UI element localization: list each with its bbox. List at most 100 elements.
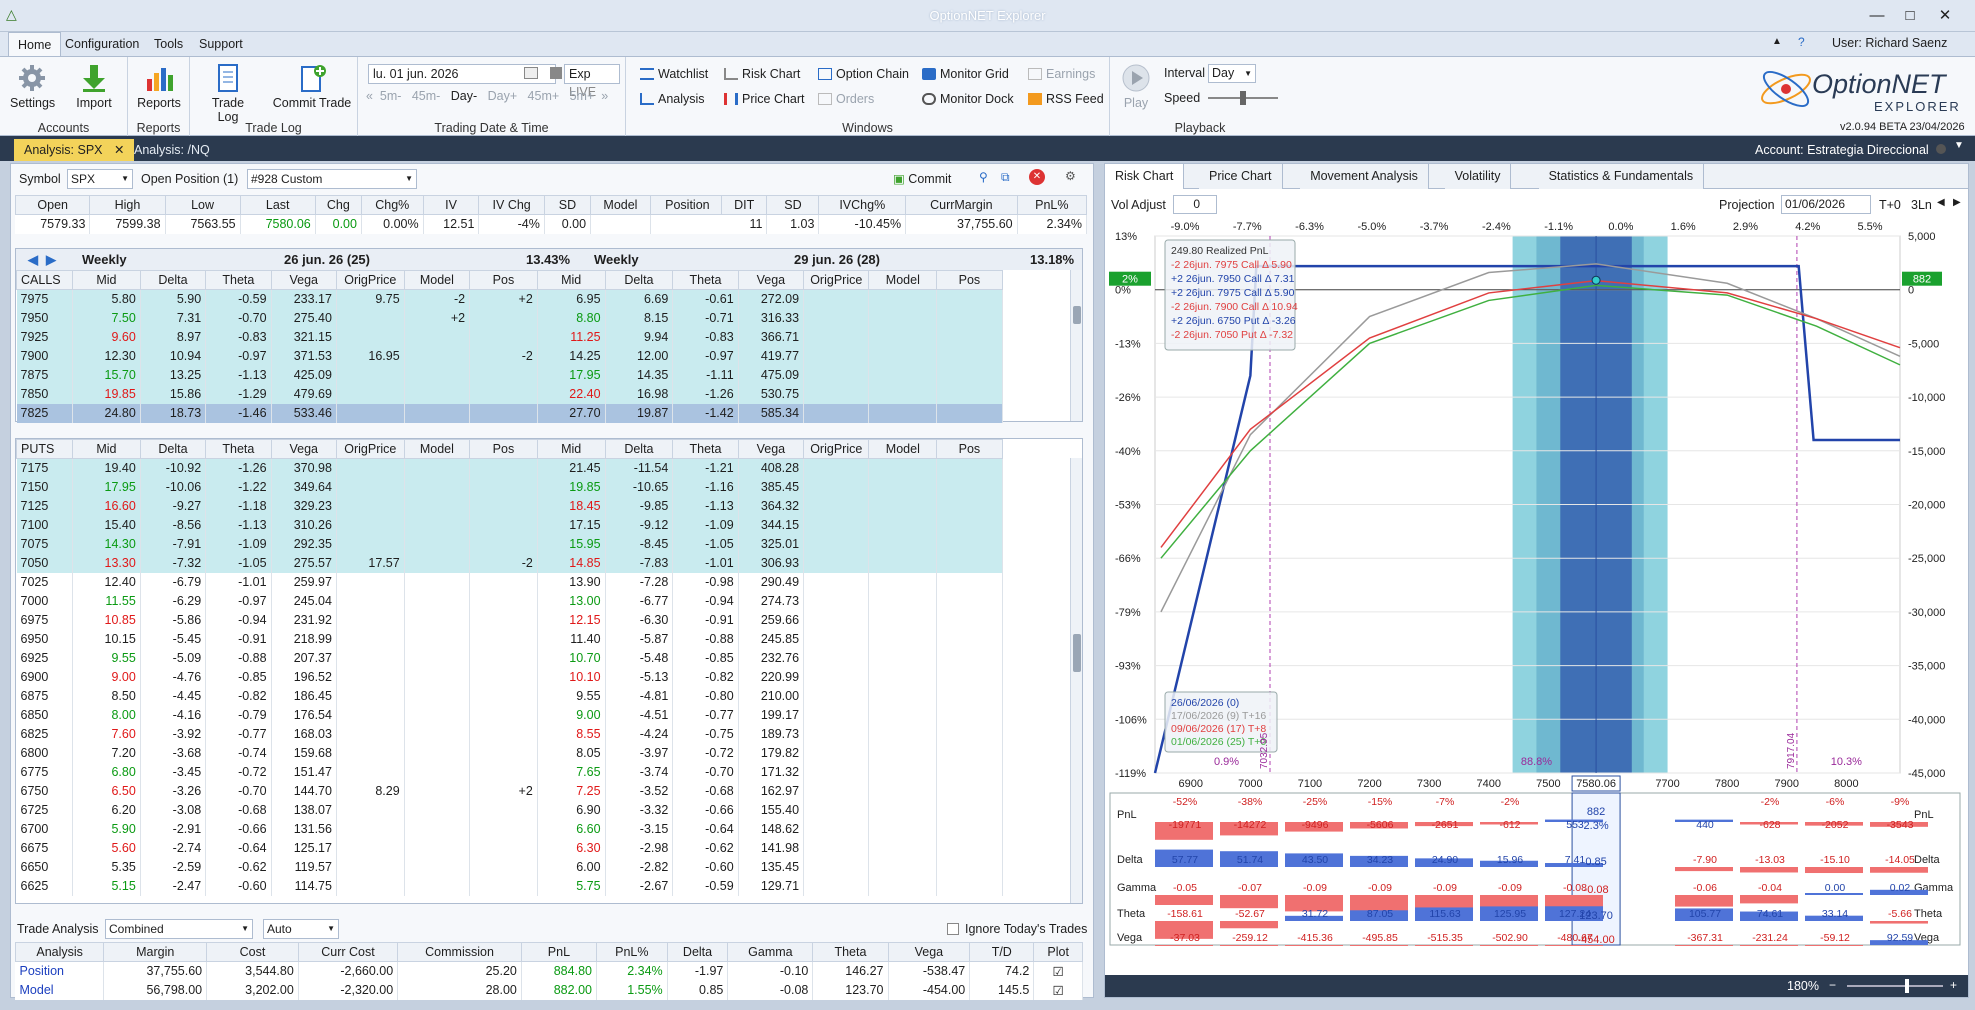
chain-cell[interactable]: 19.87: [605, 403, 674, 423]
chain-cell[interactable]: 6.50: [72, 781, 141, 801]
cell[interactable]: Position: [15, 961, 105, 981]
chain-cell[interactable]: 8.97: [140, 327, 207, 347]
chain-cell[interactable]: [336, 667, 405, 687]
chain-cell[interactable]: -0.75: [672, 724, 739, 744]
chain-cell[interactable]: 155.40: [738, 800, 805, 820]
chain-cell[interactable]: [404, 403, 471, 423]
chain-cell[interactable]: [803, 515, 870, 535]
chain-cell[interactable]: [404, 705, 471, 725]
chain-cell[interactable]: -1.05: [205, 553, 272, 573]
chain-cell[interactable]: -3.08: [140, 800, 207, 820]
chain-cell[interactable]: [936, 819, 1003, 839]
monitor-grid-button[interactable]: Monitor Grid: [922, 64, 1009, 84]
chain-cell[interactable]: [803, 610, 870, 630]
chain-cell[interactable]: 119.57: [271, 857, 337, 877]
chain-cell[interactable]: [404, 610, 471, 630]
reports-button[interactable]: Reports: [136, 63, 182, 110]
chain-cell[interactable]: -10.06: [140, 477, 207, 497]
chain-cell[interactable]: -4.24: [605, 724, 674, 744]
calls-scrollbar[interactable]: [1070, 270, 1082, 421]
chain-cell[interactable]: 176.54: [271, 705, 337, 725]
chain-cell[interactable]: [868, 346, 938, 366]
tab-risk-chart[interactable]: Risk Chart: [1105, 164, 1185, 189]
chain-cell[interactable]: 274.73: [738, 591, 805, 611]
chain-cell[interactable]: 9.00: [537, 705, 606, 725]
chain-cell[interactable]: 6.69: [605, 289, 674, 309]
option-row[interactable]: 7000 11.55 -6.29 -0.97 245.04 13.00 -6.77 -0.94…: [16, 591, 1071, 611]
chain-cell[interactable]: -0.82: [672, 667, 739, 687]
interval-select[interactable]: Day ▼: [1208, 64, 1256, 83]
chain-cell[interactable]: [936, 724, 1003, 744]
chain-cell[interactable]: 168.03: [271, 724, 337, 744]
chain-cell[interactable]: [404, 572, 471, 592]
chain-cell[interactable]: 9.55: [72, 648, 141, 668]
chain-cell[interactable]: 7.65: [537, 762, 606, 782]
play-button[interactable]: Play: [1116, 63, 1156, 110]
chain-cell[interactable]: 114.75: [271, 876, 337, 896]
chain-cell[interactable]: [469, 686, 538, 706]
chain-cell[interactable]: 370.98: [271, 458, 337, 478]
chain-cell[interactable]: 162.97: [738, 781, 805, 801]
chain-cell[interactable]: [404, 515, 471, 535]
chain-cell[interactable]: [469, 610, 538, 630]
chain-cell[interactable]: -2.74: [140, 838, 207, 858]
option-row[interactable]: 6775 6.80 -3.45 -0.72 151.47 7.65 -3.74 -0.70 17…: [16, 762, 1071, 782]
chain-cell[interactable]: -4.45: [140, 686, 207, 706]
chain-cell[interactable]: -5.45: [140, 629, 207, 649]
chain-cell[interactable]: [336, 610, 405, 630]
option-row[interactable]: 7825 24.80 18.73 -1.46 533.46 27.70 19.87 -1.42…: [16, 403, 1071, 423]
chain-cell[interactable]: [868, 629, 938, 649]
chain-cell[interactable]: -6.29: [140, 591, 207, 611]
chain-cell[interactable]: [803, 876, 870, 896]
chain-cell[interactable]: 272.09: [738, 289, 805, 309]
chain-cell[interactable]: [469, 572, 538, 592]
chain-cell[interactable]: 9.94: [605, 327, 674, 347]
chain-cell[interactable]: -1.29: [205, 384, 272, 404]
chain-cell[interactable]: 210.00: [738, 686, 805, 706]
chain-cell[interactable]: [803, 384, 870, 404]
chain-cell[interactable]: [803, 705, 870, 725]
chain-cell[interactable]: -3.92: [140, 724, 207, 744]
chain-cell[interactable]: [868, 403, 938, 423]
chain-cell[interactable]: [803, 838, 870, 858]
chain-cell[interactable]: [803, 289, 870, 309]
chain-cell[interactable]: -0.91: [672, 610, 739, 630]
chain-cell[interactable]: -9.85: [605, 496, 674, 516]
chain-cell[interactable]: 8.00: [72, 705, 141, 725]
chain-cell[interactable]: [868, 327, 938, 347]
tab-analysis-nq[interactable]: Analysis: /NQ: [124, 139, 220, 161]
chain-cell[interactable]: 385.45: [738, 477, 805, 497]
chain-cell[interactable]: [803, 800, 870, 820]
step-forward-icon[interactable]: »: [601, 89, 608, 103]
option-chain-button[interactable]: Option Chain: [818, 64, 909, 84]
chain-cell[interactable]: -8.45: [605, 534, 674, 554]
chain-cell[interactable]: [803, 724, 870, 744]
chain-cell[interactable]: 344.15: [738, 515, 805, 535]
chain-cell[interactable]: [868, 857, 938, 877]
chain-cell[interactable]: 8.50: [72, 686, 141, 706]
chain-cell[interactable]: 10.94: [140, 346, 207, 366]
chain-cell[interactable]: -4.16: [140, 705, 207, 725]
chain-cell[interactable]: 19.85: [537, 477, 606, 497]
tab-statistics-fundamentals[interactable]: Statistics & Fundamentals: [1538, 164, 1705, 189]
chain-cell[interactable]: [936, 515, 1003, 535]
chain-cell[interactable]: -4.51: [605, 705, 674, 725]
chain-cell[interactable]: [868, 591, 938, 611]
chain-cell[interactable]: -2: [469, 553, 538, 573]
chain-cell[interactable]: [803, 648, 870, 668]
chain-cell[interactable]: -0.60: [672, 857, 739, 877]
zoom-in-icon[interactable]: +: [1950, 978, 1957, 992]
chain-cell[interactable]: 131.56: [271, 819, 337, 839]
chain-cell[interactable]: [868, 289, 938, 309]
chain-cell[interactable]: [936, 610, 1003, 630]
calendar-nav-icon[interactable]: [550, 67, 562, 79]
chain-cell[interactable]: 17.95: [537, 365, 606, 385]
chain-cell[interactable]: 22.40: [537, 384, 606, 404]
step-5m-back[interactable]: 5m-: [380, 89, 402, 103]
chain-cell[interactable]: [336, 327, 405, 347]
prev-expiry-icon[interactable]: ◀: [28, 249, 38, 270]
chain-cell[interactable]: [404, 553, 471, 573]
chain-cell[interactable]: 275.57: [271, 553, 337, 573]
step-day-back[interactable]: Day-: [451, 89, 477, 103]
chain-cell[interactable]: [936, 553, 1003, 573]
